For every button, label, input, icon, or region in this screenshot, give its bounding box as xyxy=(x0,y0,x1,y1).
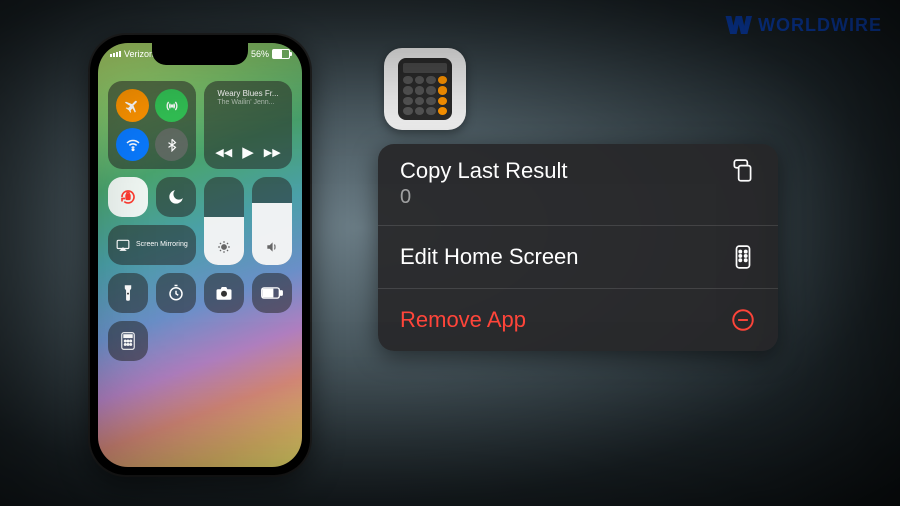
media-artist: The Wailin' Jenn... xyxy=(217,99,278,107)
last-result-value: 0 xyxy=(400,186,568,209)
logo: W WORLDWIRE xyxy=(726,10,882,41)
next-track-icon[interactable]: ▶▶ xyxy=(264,146,281,159)
logo-mark-icon: W xyxy=(726,10,752,41)
notch xyxy=(152,43,248,65)
screen-mirroring-button[interactable]: Screen Mirroring xyxy=(108,225,196,265)
iphone-frame: Verizon 56% xyxy=(90,35,310,475)
homescreen-icon xyxy=(730,244,756,270)
remove-app-label: Remove App xyxy=(400,307,526,333)
airplane-mode-toggle[interactable] xyxy=(116,89,149,122)
logo-text: WORLDWIRE xyxy=(758,15,882,36)
copy-last-result-label: Copy Last Result xyxy=(400,158,568,184)
battery-icon xyxy=(272,49,290,59)
low-power-mode-toggle[interactable] xyxy=(252,273,292,313)
orientation-lock-toggle[interactable] xyxy=(108,177,148,217)
media-title: Weary Blues Fr... xyxy=(217,89,278,99)
remove-icon xyxy=(730,307,756,333)
calculator-button[interactable] xyxy=(108,321,148,361)
copy-last-result-item[interactable]: Copy Last Result 0 xyxy=(378,144,778,225)
signal-icon xyxy=(110,51,121,57)
iphone-screen: Verizon 56% xyxy=(98,43,302,467)
carrier-label: Verizon xyxy=(124,49,154,59)
edit-home-screen-label: Edit Home Screen xyxy=(400,244,579,270)
flashlight-button[interactable] xyxy=(108,273,148,313)
volume-slider[interactable] xyxy=(252,177,292,265)
previous-track-icon[interactable]: ◀◀ xyxy=(215,146,232,159)
bluetooth-toggle[interactable] xyxy=(155,128,188,161)
camera-button[interactable] xyxy=(204,273,244,313)
cellular-data-toggle[interactable] xyxy=(155,89,188,122)
remove-app-item[interactable]: Remove App xyxy=(378,288,778,351)
context-menu-panel: Copy Last Result 0 Edit Home Screen Remo… xyxy=(378,48,778,351)
timer-button[interactable] xyxy=(156,273,196,313)
play-icon[interactable]: ▶ xyxy=(242,143,254,161)
media-controls[interactable]: Weary Blues Fr... The Wailin' Jenn... ◀◀… xyxy=(204,81,292,169)
brightness-slider[interactable] xyxy=(204,177,244,265)
context-menu: Copy Last Result 0 Edit Home Screen Remo… xyxy=(378,144,778,351)
calculator-app-icon[interactable] xyxy=(384,48,466,130)
battery-pct-label: 56% xyxy=(251,49,269,59)
screen-mirroring-label: Screen Mirroring xyxy=(136,241,188,249)
wifi-toggle[interactable] xyxy=(116,128,149,161)
volume-icon xyxy=(265,240,279,257)
edit-home-screen-item[interactable]: Edit Home Screen xyxy=(378,225,778,288)
brightness-icon xyxy=(217,240,231,257)
copy-icon xyxy=(730,158,756,184)
control-center: Weary Blues Fr... The Wailin' Jenn... ◀◀… xyxy=(108,81,292,457)
connectivity-group xyxy=(108,81,196,169)
do-not-disturb-toggle[interactable] xyxy=(156,177,196,217)
